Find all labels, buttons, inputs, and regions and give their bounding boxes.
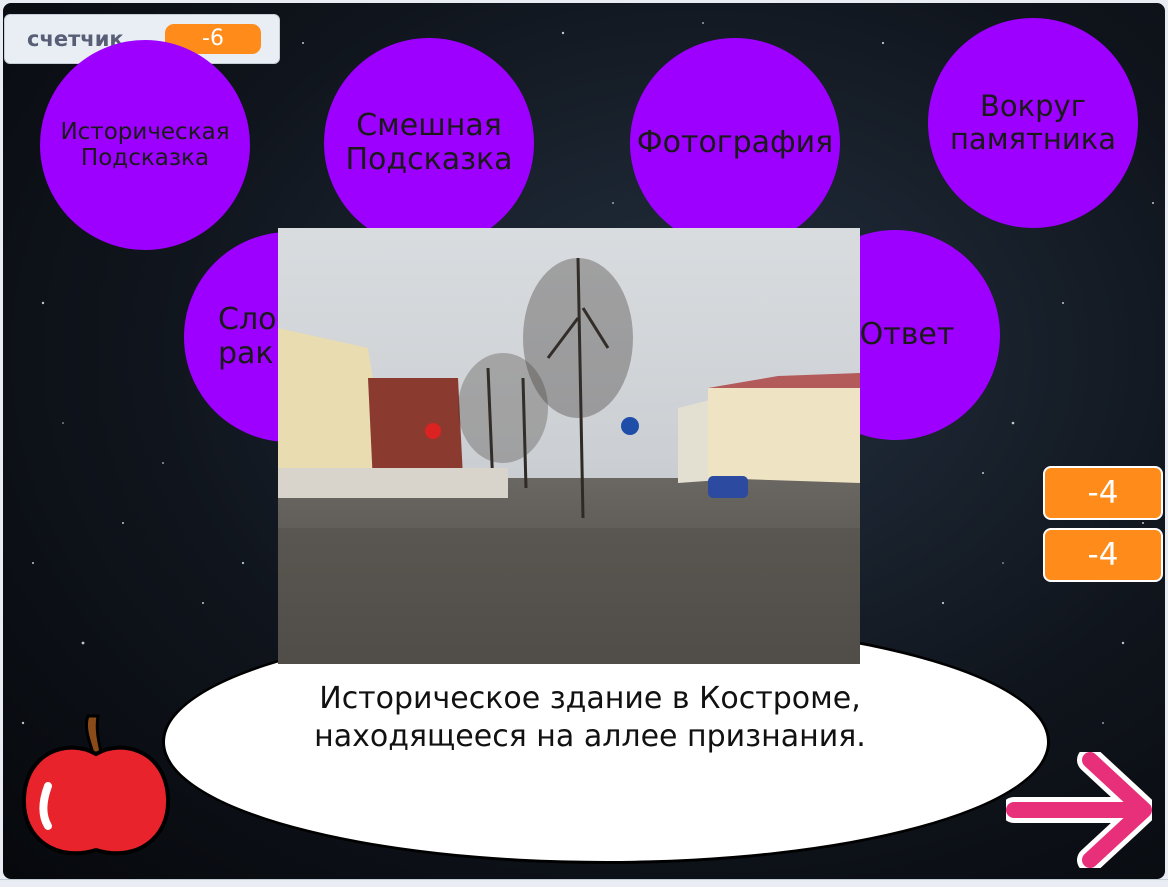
historical-hint-button[interactable]: Историческая Подсказка — [40, 40, 250, 250]
mini-counter-1: -4 — [1043, 466, 1163, 520]
apple-sprite-icon[interactable] — [18, 712, 174, 862]
around-monument-button[interactable]: Вокруг памятника — [928, 18, 1138, 228]
photo-label: Фотография — [636, 124, 834, 160]
street-photo — [278, 228, 860, 664]
caption-text: Историческое здание в Костроме, находяще… — [314, 681, 866, 755]
mini-counter-2: -4 — [1043, 528, 1163, 582]
funny-hint-button[interactable]: Смешная Подсказка — [324, 38, 534, 248]
photo-button[interactable]: Фотография — [630, 38, 840, 248]
around-monument-label: Вокруг памятника — [949, 88, 1117, 156]
word-label: Сло рак — [218, 301, 277, 371]
historical-hint-label: Историческая Подсказка — [60, 118, 230, 171]
next-arrow-icon[interactable] — [1006, 752, 1152, 868]
funny-hint-label: Смешная Подсказка — [345, 107, 513, 177]
